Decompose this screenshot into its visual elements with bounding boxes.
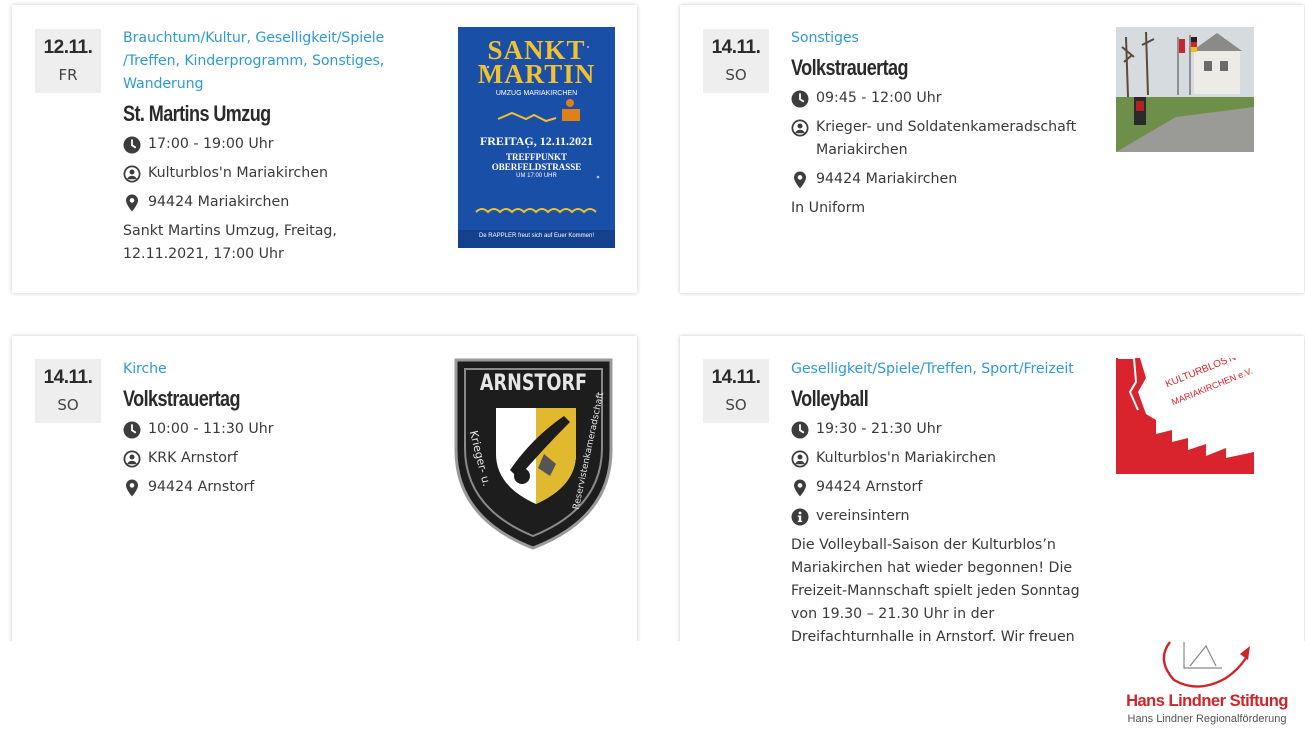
event-patch-image[interactable]: ARNSTORF Krieger- u. Reservistenkamerads…	[452, 358, 615, 550]
info-circle-icon	[791, 508, 809, 526]
event-organizer-text: KRK Arnstorf	[148, 450, 238, 466]
event-info-text: vereinsintern	[816, 508, 910, 524]
patch-text-top: ARNSTORF	[479, 371, 588, 396]
event-content: Geselligkeit/Spiele/Treffen, Sport/Freiz…	[791, 358, 1096, 641]
event-categories[interactable]: Geselligkeit/Spiele/Treffen, Sport/Freiz…	[791, 358, 1096, 381]
clock-icon	[123, 421, 141, 439]
event-date: 12.11.	[43, 37, 93, 58]
event-organizer-text: Kulturblos'n Mariakirchen	[148, 165, 328, 181]
event-list: 12.11. FR Brauchtum/Kultur, Geselligkeit…	[0, 0, 1305, 641]
user-circle-icon	[791, 450, 809, 468]
event-organizer: Kulturblos'n Mariakirchen	[791, 447, 1096, 470]
event-time-text: 09:45 - 12:00 Uhr	[816, 90, 942, 106]
map-marker-icon	[126, 194, 138, 212]
event-club-logo-image[interactable]: KULTURBLOS'N MARIAKIRCHEN e.V.	[1116, 358, 1254, 474]
event-location: 94424 Arnstorf	[123, 476, 419, 499]
poster-meet2: OBERFELDSTRASSE	[491, 162, 582, 172]
event-title[interactable]: Volleyball	[791, 386, 1041, 412]
event-title[interactable]: St. Martins Umzug	[123, 101, 366, 127]
date-badge: 12.11. FR	[35, 29, 101, 93]
clock-icon	[791, 90, 809, 108]
event-location-text: 94424 Mariakirchen	[816, 171, 958, 187]
event-categories[interactable]: Brauchtum/Kultur, Geselligkeit/Spiele /T…	[123, 27, 419, 96]
event-time: 19:30 - 21:30 Uhr	[791, 418, 1096, 441]
event-organizer-text: Kulturblos'n Mariakirchen	[816, 450, 996, 466]
event-time-text: 19:30 - 21:30 Uhr	[816, 421, 942, 437]
event-organizer-text: Krieger- und Soldatenkameradschaft Maria…	[816, 119, 1077, 158]
event-time: 09:45 - 12:00 Uhr	[791, 87, 1103, 110]
logo-subtitle: Hans Lindner Regionalförderung	[1127, 713, 1287, 725]
event-description: Die Volleyball-Saison der Kulturblos’n M…	[791, 537, 1080, 641]
poster-footer: De RAPPLER freut sich auf Euer Kommen!	[478, 233, 595, 239]
event-card-volleyball[interactable]: 14.11. SO Geselligkeit/Spiele/Treffen, S…	[680, 336, 1304, 641]
user-circle-icon	[123, 450, 141, 468]
date-badge: 14.11. SO	[703, 29, 769, 93]
event-card-volkstrauertag-mariakirchen[interactable]: 14.11. SO Sonstiges Volkstrauertag 09:45…	[680, 5, 1304, 293]
event-weekday: SO	[57, 396, 79, 414]
poster-date: FREITAG, 12.11.2021	[479, 134, 594, 148]
event-card-volkstrauertag-arnstorf[interactable]: 14.11. SO Kirche Volkstrauertag 10:00 - …	[12, 336, 637, 641]
event-description: In Uniform	[791, 200, 866, 216]
user-circle-icon	[791, 119, 809, 137]
poster-meet1: TREFFPUNKT	[505, 152, 567, 162]
event-categories[interactable]: Kirche	[123, 358, 419, 381]
event-date: 14.11.	[43, 367, 93, 388]
map-marker-icon	[126, 479, 138, 497]
event-organizer: KRK Arnstorf	[123, 447, 419, 470]
poster-title-line2: MARTIN	[477, 59, 596, 89]
event-location-text: 94424 Arnstorf	[148, 479, 255, 495]
date-badge: 14.11. SO	[703, 359, 769, 423]
event-time: 10:00 - 11:30 Uhr	[123, 418, 419, 441]
event-date: 14.11.	[711, 367, 761, 388]
poster-meet3: UM 17:00 UHR	[516, 173, 557, 179]
event-weekday: FR	[58, 66, 78, 84]
event-content: Sonstiges Volkstrauertag 09:45 - 12:00 U…	[791, 27, 1103, 220]
event-weekday: SO	[725, 396, 747, 414]
event-categories[interactable]: Sonstiges	[791, 27, 1103, 50]
map-marker-icon	[794, 171, 806, 189]
event-location: 94424 Mariakirchen	[123, 191, 419, 214]
event-time: 17:00 - 19:00 Uhr	[123, 133, 419, 156]
event-title[interactable]: Volkstrauertag	[791, 55, 1047, 81]
memorial-photo-graphic	[1116, 27, 1254, 152]
event-photo-memorial[interactable]	[1116, 27, 1254, 152]
event-organizer: Kulturblos'n Mariakirchen	[123, 162, 419, 185]
map-marker-icon	[794, 479, 806, 497]
event-location-text: 94424 Mariakirchen	[148, 194, 290, 210]
logo-title: Hans Lindner Stiftung	[1126, 692, 1288, 710]
poster-subtitle: UMZUG MARIAKIRCHEN	[495, 90, 578, 97]
event-info: vereinsintern	[791, 505, 1096, 528]
event-time-text: 10:00 - 11:30 Uhr	[148, 421, 274, 437]
event-title[interactable]: Volkstrauertag	[123, 386, 366, 412]
clock-icon	[123, 136, 141, 154]
event-location: 94424 Mariakirchen	[791, 168, 1103, 191]
user-circle-icon	[123, 165, 141, 183]
event-description: Sankt Martins Umzug, Freitag, 12.11.2021…	[123, 223, 337, 262]
event-content: Brauchtum/Kultur, Geselligkeit/Spiele /T…	[123, 27, 419, 266]
event-card-st-martin[interactable]: 12.11. FR Brauchtum/Kultur, Geselligkeit…	[12, 5, 637, 293]
event-content: Kirche Volkstrauertag 10:00 - 11:30 Uhr …	[123, 358, 419, 505]
event-date: 14.11.	[711, 37, 761, 58]
event-time-text: 17:00 - 19:00 Uhr	[148, 136, 274, 152]
event-weekday: SO	[725, 66, 747, 84]
event-organizer: Krieger- und Soldatenkameradschaft Maria…	[791, 116, 1103, 162]
logo-emblem-icon	[1162, 641, 1250, 688]
clock-icon	[791, 421, 809, 439]
event-poster-image[interactable]: SANKT MARTIN UMZUG MARIAKIRCHEN FREITAG,…	[458, 27, 615, 248]
event-location-text: 94424 Arnstorf	[816, 479, 923, 495]
date-badge: 14.11. SO	[35, 359, 101, 423]
hans-lindner-stiftung-logo[interactable]: Hans Lindner Stiftung Hans Lindner Regio…	[1112, 640, 1302, 736]
event-location: 94424 Arnstorf	[791, 476, 1096, 499]
